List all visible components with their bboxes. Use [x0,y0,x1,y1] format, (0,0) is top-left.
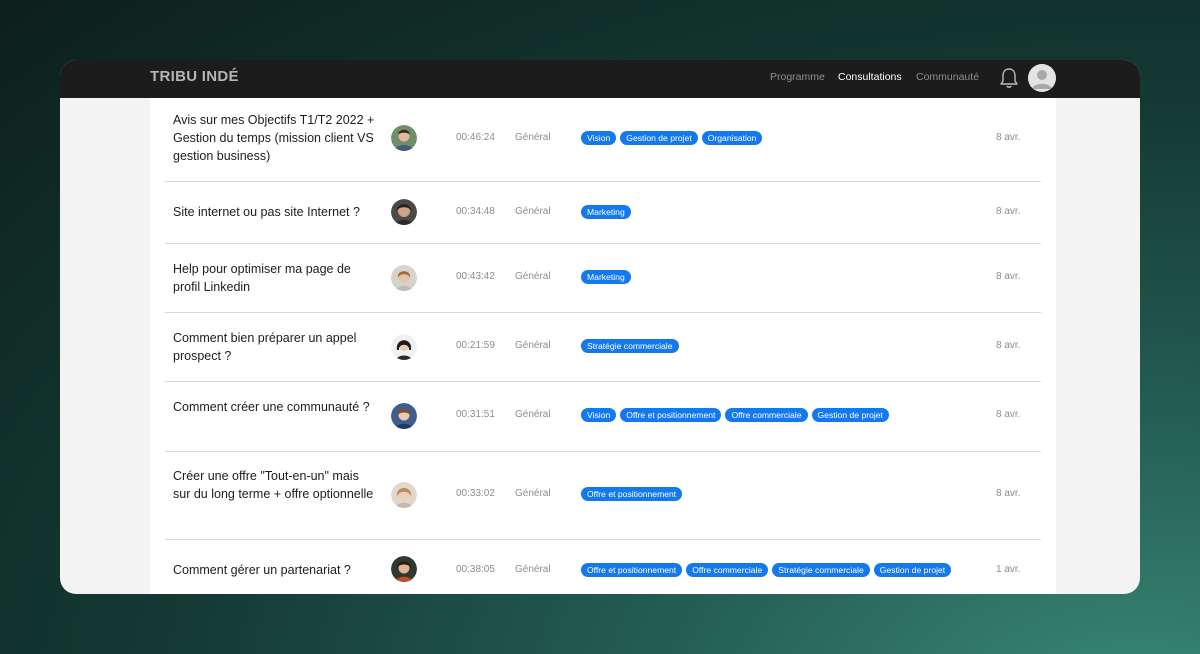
duration: 00:33:02 [456,488,495,499]
tag-list: Marketing [581,205,631,219]
consultation-title[interactable]: Créer une offre "Tout-en-un" mais sur du… [173,467,378,503]
duration: 00:34:48 [456,206,495,217]
top-navigation-bar: TRIBU INDÉ Programme Consultations Commu… [60,60,1140,98]
author-avatar [391,403,417,429]
consultations-list: Avis sur mes Objectifs T1/T2 2022 + Gest… [150,98,1056,594]
author-avatar [391,334,417,360]
tag-badge[interactable]: Offre commerciale [686,563,769,577]
category: Général [515,409,551,420]
brand-logo[interactable]: TRIBU INDÉ [150,68,239,85]
consultation-title[interactable]: Avis sur mes Objectifs T1/T2 2022 + Gest… [173,111,378,165]
table-row[interactable]: Help pour optimiser ma page de profil Li… [165,244,1041,313]
consultation-title[interactable]: Comment bien préparer un appel prospect … [173,329,378,365]
tag-badge[interactable]: Marketing [581,270,631,284]
category: Général [515,488,551,499]
consultation-title[interactable]: Help pour optimiser ma page de profil Li… [173,260,378,296]
tag-badge[interactable]: Vision [581,131,617,145]
table-row[interactable]: Comment créer une communauté ? 00:31:51 … [165,382,1041,452]
date: 8 avr. [996,340,1021,351]
tag-badge[interactable]: Offre commerciale [725,408,808,422]
tag-list: Offre et positionnement Offre commercial… [581,563,952,577]
tag-badge[interactable]: Gestion de projet [811,408,889,422]
date: 1 avr. [996,564,1021,575]
duration: 00:31:51 [456,409,495,420]
category: Général [515,564,551,575]
date: 8 avr. [996,409,1021,420]
duration: 00:21:59 [456,340,495,351]
table-row[interactable]: Créer une offre "Tout-en-un" mais sur du… [165,452,1041,540]
consultation-title[interactable]: Comment créer une communauté ? [173,398,378,416]
author-avatar [391,265,417,291]
author-avatar [391,556,417,582]
tag-list: Vision Offre et positionnement Offre com… [581,408,889,422]
tag-list: Offre et positionnement [581,487,683,501]
duration: 00:38:05 [456,564,495,575]
author-avatar [391,125,417,151]
tag-badge[interactable]: Gestion de projet [620,131,698,145]
date: 8 avr. [996,206,1021,217]
tag-badge[interactable]: Offre et positionnement [581,487,683,501]
category: Général [515,271,551,282]
tag-badge[interactable]: Offre et positionnement [581,563,683,577]
consultation-title[interactable]: Comment gérer un partenariat ? [173,561,378,579]
category: Général [515,340,551,351]
table-row[interactable]: Avis sur mes Objectifs T1/T2 2022 + Gest… [165,98,1041,182]
tag-badge[interactable]: Organisation [701,131,763,145]
nav-item-communaute[interactable]: Communauté [916,71,979,83]
user-avatar-icon[interactable] [1028,64,1056,92]
tag-list: Vision Gestion de projet Organisation [581,131,763,145]
bell-icon[interactable] [998,66,1020,90]
category: Général [515,132,551,143]
tag-list: Stratégie commerciale [581,339,679,353]
table-row[interactable]: Comment gérer un partenariat ? 00:38:05 … [165,540,1041,594]
date: 8 avr. [996,132,1021,143]
tag-badge[interactable]: Gestion de projet [873,563,952,577]
duration: 00:43:42 [456,271,495,282]
date: 8 avr. [996,271,1021,282]
tag-badge[interactable]: Stratégie commerciale [581,339,679,353]
table-row[interactable]: Comment bien préparer un appel prospect … [165,313,1041,382]
table-row[interactable]: Site internet ou pas site Internet ? 00:… [165,182,1041,244]
date: 8 avr. [996,488,1021,499]
tag-badge[interactable]: Offre et positionnement [620,408,722,422]
tag-list: Marketing [581,270,631,284]
category: Général [515,206,551,217]
author-avatar [391,199,417,225]
tag-badge[interactable]: Marketing [581,205,631,219]
app-window: TRIBU INDÉ Programme Consultations Commu… [60,60,1140,594]
author-avatar [391,482,417,508]
nav-item-consultations[interactable]: Consultations [838,71,902,83]
consultation-title[interactable]: Site internet ou pas site Internet ? [173,203,378,221]
tag-badge[interactable]: Vision [581,408,617,422]
duration: 00:46:24 [456,132,495,143]
tag-badge[interactable]: Stratégie commerciale [772,563,870,577]
nav-item-programme[interactable]: Programme [770,71,825,83]
